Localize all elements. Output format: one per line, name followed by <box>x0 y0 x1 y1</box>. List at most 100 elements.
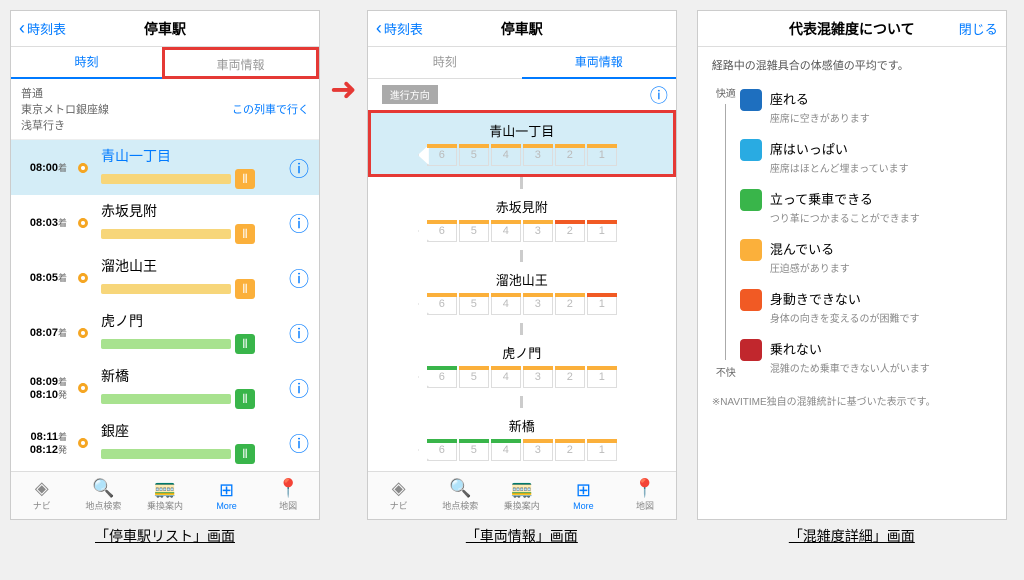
car-cell: 2 <box>555 220 585 242</box>
tabbar-label: More <box>216 501 237 511</box>
time: 08:11着 08:12発 <box>11 430 73 456</box>
stop-name: 溜池山王 <box>101 256 279 276</box>
car-cell: 4 <box>491 144 521 166</box>
tabbar-label: 地図 <box>636 499 654 512</box>
caption: 「停車駅リスト」画面 <box>95 526 235 546</box>
stop-row[interactable]: 08:07着 虎ノ門 ⦀ ⓘ <box>11 305 319 360</box>
congestion-bar <box>101 174 231 184</box>
tabbar-icon: 📍 <box>634 479 656 497</box>
tabbar-label: 地点検索 <box>85 499 121 512</box>
tab-time[interactable]: 時刻 <box>11 47 162 79</box>
car-cell: 2 <box>555 144 585 166</box>
axis-top: 快適 <box>716 85 736 100</box>
close-button[interactable]: 閉じる <box>959 19 998 38</box>
stop-name: 青山一丁目 <box>391 121 653 140</box>
header: ‹時刻表 停車駅 <box>368 11 676 47</box>
tabbar-icon: 📍 <box>277 479 299 497</box>
congestion-icon: ⦀ <box>235 444 255 464</box>
info-icon[interactable]: ⓘ <box>289 373 309 402</box>
time: 08:09着 08:10発 <box>11 375 73 401</box>
train-dest: 浅草行き <box>21 117 109 133</box>
tabbar-icon: ◈ <box>35 479 49 497</box>
stop-row[interactable]: 08:05着 溜池山王 ⦀ ⓘ <box>11 250 319 305</box>
stop-name: 新橋 <box>388 416 656 435</box>
back-button[interactable]: ‹時刻表 <box>19 18 66 39</box>
tabbar-icon: ⊞ <box>219 481 234 499</box>
stop-name: 銀座 <box>101 421 279 441</box>
congestion-icon: ⦀ <box>235 279 255 299</box>
car-cell: 4 <box>491 439 521 461</box>
axis-bottom: 不快 <box>716 364 736 379</box>
car-cell: 6 <box>427 220 457 242</box>
stop-row[interactable]: 08:00着 青山一丁目 ⦀ ⓘ <box>11 140 319 195</box>
congestion-bar <box>101 284 231 294</box>
back-button[interactable]: ‹時刻表 <box>376 18 423 39</box>
tab-car-info[interactable]: 車両情報 <box>522 47 676 79</box>
car-stop-block: 青山一丁目 654321 <box>368 110 676 177</box>
car-info-screen: ‹時刻表 停車駅 時刻 車両情報 進行方向 ⓘ 青山一丁目654321赤坂見附6… <box>367 10 677 520</box>
car-cell: 3 <box>523 144 553 166</box>
tabbar-item-乗換案内[interactable]: 🚃乗換案内 <box>491 472 553 519</box>
page-title: 代表混雑度について <box>789 19 915 39</box>
tabbar-item-地図[interactable]: 📍地図 <box>257 472 319 519</box>
stop-list-screen: ‹時刻表 停車駅 時刻 車両情報 普通 東京メトロ銀座線 浅草行き この列車で行… <box>10 10 320 520</box>
tab-time[interactable]: 時刻 <box>368 47 522 79</box>
info-icon[interactable]: ⓘ <box>289 208 309 237</box>
car-cell: 3 <box>523 439 553 461</box>
tabbar-item-More[interactable]: ⊞More <box>553 472 615 519</box>
stop-row[interactable]: 08:11着 08:12発 銀座 ⦀ ⓘ <box>11 415 319 470</box>
tabbar-item-地点検索[interactable]: 🔍地点検索 <box>429 472 491 519</box>
tabbar-icon: ◈ <box>392 479 406 497</box>
car-cell: 3 <box>523 293 553 315</box>
train-line: 東京メトロ銀座線 <box>21 101 109 117</box>
swatch <box>740 289 762 311</box>
info-icon[interactable]: ⓘ <box>289 428 309 457</box>
car-cell: 1 <box>587 220 617 242</box>
tabbar-item-地図[interactable]: 📍 地図 <box>614 472 676 519</box>
tabbar-label: ナビ <box>390 499 408 512</box>
car-cell: 3 <box>523 220 553 242</box>
legend-sub: 身体の向きを変えるのが困難です <box>770 310 920 325</box>
tabbar-item-ナビ[interactable]: ◈ ナビ <box>11 472 73 519</box>
info-icon[interactable]: ⓘ <box>289 318 309 347</box>
car-cell: 5 <box>459 293 489 315</box>
tabbar-label: 乗換案内 <box>504 499 540 512</box>
tabbar-label: ナビ <box>33 499 51 512</box>
stop-name: 溜池山王 <box>388 270 656 289</box>
car-cell: 1 <box>587 144 617 166</box>
legend-label: 乗れない <box>770 339 930 358</box>
tabbar-item-乗換案内[interactable]: 🚃乗換案内 <box>134 472 196 519</box>
legend-sub: 座席はほとんど埋まっています <box>770 160 909 175</box>
tabbar-item-More[interactable]: ⊞ More <box>196 472 258 519</box>
legend-item: 乗れない 混雑のため乗車できない人がいます <box>740 339 992 375</box>
congestion-bar <box>101 229 231 239</box>
swatch <box>740 139 762 161</box>
tabs: 時刻 車両情報 <box>368 47 676 79</box>
stop-name: 青山一丁目 <box>101 146 279 166</box>
stop-row[interactable]: 08:09着 08:10発 新橋 ⦀ ⓘ <box>11 360 319 415</box>
go-with-train-link[interactable]: この列車で行く <box>232 101 309 117</box>
car-row: 654321 <box>391 144 653 166</box>
tab-car-info[interactable]: 車両情報 <box>162 47 319 79</box>
legend-item: 混んでいる 圧迫感があります <box>740 239 992 275</box>
car-cell: 6 <box>427 293 457 315</box>
time: 08:00着 <box>11 161 73 174</box>
tabbar-icon: 🔍 <box>92 479 114 497</box>
info-icon[interactable]: ⓘ <box>650 82 668 108</box>
congestion-bar <box>101 339 231 349</box>
car-cell: 4 <box>491 366 521 388</box>
congestion-bar <box>101 449 231 459</box>
legend-label: 身動きできない <box>770 289 920 308</box>
info-icon[interactable]: ⓘ <box>289 153 309 182</box>
info-icon[interactable]: ⓘ <box>289 263 309 292</box>
swatch <box>740 89 762 111</box>
stop-row[interactable]: 08:03着 赤坂見附 ⦀ ⓘ <box>11 195 319 250</box>
tabbar-item-地点検索[interactable]: 🔍 地点検索 <box>73 472 135 519</box>
car-cell: 4 <box>491 220 521 242</box>
congestion-icon: ⦀ <box>235 334 255 354</box>
tabbar-item-ナビ[interactable]: ◈ ナビ <box>368 472 430 519</box>
legend-item: 立って乗車できる つり革につかまることができます <box>740 189 992 225</box>
car-cell: 1 <box>587 439 617 461</box>
car-stop-block: 新橋654321 <box>368 408 676 469</box>
car-row: 654321 <box>388 220 656 242</box>
